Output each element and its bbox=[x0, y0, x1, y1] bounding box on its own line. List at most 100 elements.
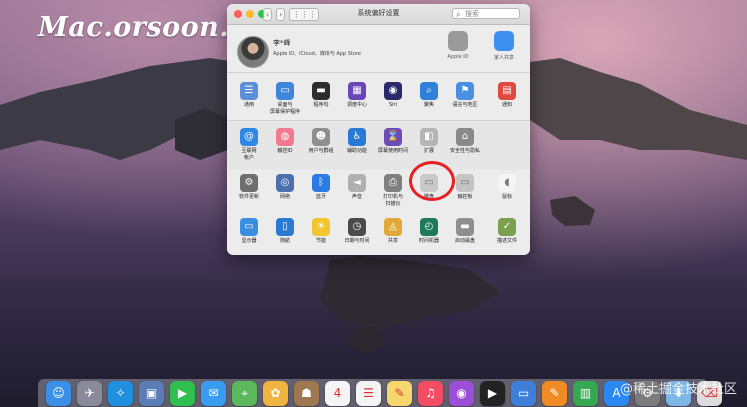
pane-label: 打印机与 扫描仪 bbox=[382, 194, 403, 207]
pane-label: 描述文件 bbox=[496, 238, 517, 244]
startup-disk-pane[interactable]: ▬ 启动磁盘 bbox=[447, 218, 483, 245]
avatar[interactable] bbox=[237, 36, 269, 68]
pane-label: 安全性与隐私 bbox=[449, 148, 480, 154]
siri-pane[interactable]: ◉ Siri bbox=[375, 82, 411, 109]
account-name[interactable]: 李*峰 bbox=[273, 38, 291, 48]
window-titlebar[interactable]: ‹ › ⋮⋮⋮ 系统偏好设置 ⌕ 搜索 bbox=[227, 4, 530, 25]
apple-pane[interactable]: Apple ID bbox=[435, 31, 481, 60]
keynote-icon[interactable]: ▭ bbox=[511, 380, 536, 406]
date-time-pane[interactable]: ◷ 日期与时间 bbox=[339, 218, 375, 245]
pane-label: 程序坞 bbox=[313, 102, 329, 108]
reminders-icon[interactable]: ☰ bbox=[356, 380, 381, 406]
notes-icon[interactable]: ✎ bbox=[387, 380, 412, 406]
pane-label: 触控板 bbox=[457, 194, 473, 200]
family-sharing-pane[interactable]: 家人共享 bbox=[481, 31, 527, 61]
pane-label: 触控ID bbox=[277, 148, 293, 154]
launchpad-icon[interactable]: ✈ bbox=[77, 380, 102, 406]
pane-label: 屏幕使用时间 bbox=[377, 148, 408, 154]
mouse-icon: ◖ bbox=[498, 174, 516, 192]
podcasts-icon[interactable]: ◉ bbox=[449, 380, 474, 406]
sharing-icon: ◬ bbox=[384, 218, 402, 236]
sidecar-pane[interactable]: ▯ 随航 bbox=[267, 218, 303, 245]
search-icon: ⌕ bbox=[456, 10, 461, 19]
profiles-icon: ✓ bbox=[498, 218, 516, 236]
pane-label: 调度中心 bbox=[346, 102, 367, 108]
touch-id-icon: ◍ bbox=[276, 128, 294, 146]
sound-pane[interactable]: ◄ 声音 bbox=[339, 174, 375, 201]
printers-icon: ⎙ bbox=[384, 174, 402, 192]
notifications-pane[interactable]: ▤ 通知 bbox=[489, 82, 525, 109]
internet-accounts-icon: @ bbox=[240, 128, 258, 146]
numbers-icon[interactable]: ▥ bbox=[573, 380, 598, 406]
general-pane[interactable]: ☰ 通用 bbox=[231, 82, 267, 109]
pane-label: 扩展 bbox=[423, 148, 434, 154]
energy-saver-pane[interactable]: ☀ 节能 bbox=[303, 218, 339, 245]
dock-watermark: @稀土掘金技术社区 bbox=[619, 382, 737, 397]
pane-label: 网络 bbox=[279, 194, 290, 200]
contacts-icon[interactable]: ☗ bbox=[294, 380, 319, 406]
spotlight-pane[interactable]: ⌕ 聚焦 bbox=[411, 82, 447, 109]
safari-icon[interactable]: ✧ bbox=[108, 380, 133, 406]
pages-icon[interactable]: ✎ bbox=[542, 380, 567, 406]
tv-icon[interactable]: ▶ bbox=[480, 380, 505, 406]
pane-label: 共享 bbox=[387, 238, 398, 244]
mission-control-icon: ▦ bbox=[348, 82, 366, 100]
pane-label: Apple ID bbox=[447, 54, 469, 60]
search-placeholder: 搜索 bbox=[465, 10, 479, 18]
accessibility-pane[interactable]: ♿ 辅助功能 bbox=[339, 128, 375, 155]
extensions-pane[interactable]: ◧ 扩展 bbox=[411, 128, 447, 155]
language-icon: ⚑ bbox=[456, 82, 474, 100]
displays-pane[interactable]: ▭ 显示器 bbox=[231, 218, 267, 245]
printers-pane[interactable]: ⎙ 打印机与 扫描仪 bbox=[375, 174, 411, 208]
pane-label: 互联网 帐户 bbox=[241, 148, 257, 161]
music-icon[interactable]: ♫ bbox=[418, 380, 443, 406]
pane-label: 用户与群组 bbox=[308, 148, 334, 154]
bluetooth-pane[interactable]: ᛒ 蓝牙 bbox=[303, 174, 339, 201]
sound-icon: ◄ bbox=[348, 174, 366, 192]
security-icon: ⌂ bbox=[456, 128, 474, 146]
desktop-pane[interactable]: ▭ 桌面与 屏幕保护程序 bbox=[267, 82, 303, 116]
finder-icon[interactable]: ☺ bbox=[46, 380, 71, 406]
siri-icon: ◉ bbox=[384, 82, 402, 100]
messages-icon[interactable]: ✉ bbox=[201, 380, 226, 406]
network-pane[interactable]: ◎ 网络 bbox=[267, 174, 303, 201]
preference-row: ☰ 通用 ▭ 桌面与 屏幕保护程序 ▬ 程序坞 ▦ 调度中心 ◉ Siri ⌕ 聚焦 ⚑ 语言与地区 ▤ 通知 bbox=[227, 76, 530, 124]
pane-label: 语言与地区 bbox=[452, 102, 478, 108]
mouse-pane[interactable]: ◖ 鼠标 bbox=[489, 174, 525, 201]
mission-control-pane[interactable]: ▦ 调度中心 bbox=[339, 82, 375, 109]
users-groups-pane[interactable]: ☻ 用户与群组 bbox=[303, 128, 339, 155]
touch-id-pane[interactable]: ◍ 触控ID bbox=[267, 128, 303, 155]
pane-label: 辅助功能 bbox=[346, 148, 367, 154]
preview-icon[interactable]: ▣ bbox=[139, 380, 164, 406]
pane-label: 随航 bbox=[279, 238, 290, 244]
maps-icon[interactable]: ⌖ bbox=[232, 380, 257, 406]
search-input[interactable]: ⌕ 搜索 bbox=[452, 8, 520, 19]
extensions-icon: ◧ bbox=[420, 128, 438, 146]
time-machine-pane[interactable]: ◴ 时间机器 bbox=[411, 218, 447, 245]
sidecar-icon: ▯ bbox=[276, 218, 294, 236]
facetime-icon[interactable]: ▶ bbox=[170, 380, 195, 406]
screen-time-pane[interactable]: ⌛ 屏幕使用时间 bbox=[375, 128, 411, 155]
energy-saver-icon: ☀ bbox=[312, 218, 330, 236]
displays-icon: ▭ bbox=[240, 218, 258, 236]
users-groups-icon: ☻ bbox=[312, 128, 330, 146]
photos-icon[interactable]: ✿ bbox=[263, 380, 288, 406]
security-pane[interactable]: ⌂ 安全性与隐私 bbox=[447, 128, 483, 155]
pane-label: 启动磁盘 bbox=[454, 238, 475, 244]
language-pane[interactable]: ⚑ 语言与地区 bbox=[447, 82, 483, 109]
calendar-icon[interactable]: 4 bbox=[325, 380, 350, 406]
software-update-pane[interactable]: ⚙ 软件更新 bbox=[231, 174, 267, 201]
pane-label: 日期与时间 bbox=[344, 238, 370, 244]
pane-label: 时间机器 bbox=[418, 238, 439, 244]
preference-row: @ 互联网 帐户 ◍ 触控ID ☻ 用户与群组 ♿ 辅助功能 ⌛ 屏幕使用时间 ◧ 扩展 ⌂ 安全性与隐私 bbox=[227, 122, 530, 170]
sharing-pane[interactable]: ◬ 共享 bbox=[375, 218, 411, 245]
dock-pane[interactable]: ▬ 程序坞 bbox=[303, 82, 339, 109]
pane-label: 家人共享 bbox=[493, 55, 514, 61]
screen-time-icon: ⌛ bbox=[384, 128, 402, 146]
preference-row: ⚙ 软件更新 ◎ 网络 ᛒ 蓝牙 ◄ 声音 ⎙ 打印机与 扫描仪 ▭ 键盘 ▭ 触控板 ◖ 鼠标 bbox=[227, 168, 530, 216]
pane-label: 桌面与 屏幕保护程序 bbox=[269, 102, 300, 115]
internet-accounts-pane[interactable]: @ 互联网 帐户 bbox=[231, 128, 267, 162]
pane-label: 节能 bbox=[315, 238, 326, 244]
profiles-pane[interactable]: ✓ 描述文件 bbox=[489, 218, 525, 245]
startup-disk-icon: ▬ bbox=[456, 218, 474, 236]
